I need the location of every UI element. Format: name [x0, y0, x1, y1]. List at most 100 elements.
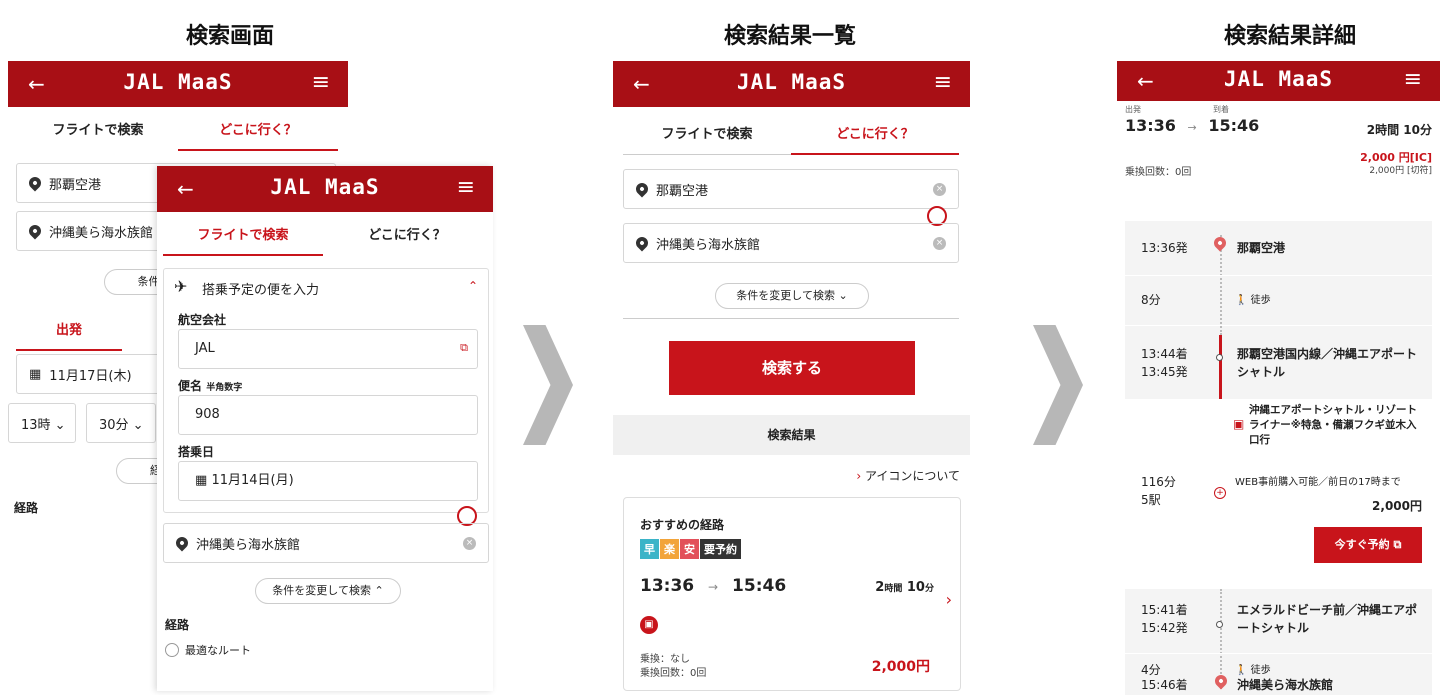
route-label: 経路	[165, 618, 190, 632]
chevron-right-icon: ›	[945, 590, 952, 609]
tag-easy: 楽	[660, 539, 679, 559]
menu-icon[interactable]: ≡	[934, 70, 952, 95]
app-header: ← JAL MaaS ≡	[157, 166, 493, 212]
airplane-icon: ✈	[174, 277, 188, 296]
tab-flight-search[interactable]: フライトで検索	[18, 111, 178, 151]
flight-number-field[interactable]: 908	[178, 395, 478, 435]
arrow-icon: →	[1187, 121, 1197, 134]
bus-name: 沖縄エアポートシャトル・リゾートライナー※特急・備瀬フクギ並木入口行	[1249, 404, 1417, 446]
menu-icon[interactable]: ≡	[312, 70, 330, 95]
calendar-icon: ▦	[29, 366, 42, 382]
destination-field[interactable]: 沖縄美ら海水族館 ×	[163, 523, 489, 563]
external-link-icon: ⧉	[460, 341, 468, 354]
minute-select[interactable]: 30分 ⌄	[86, 403, 156, 443]
route-tags: 早楽安要予約	[640, 538, 742, 559]
next-arrow-icon	[1033, 325, 1083, 445]
location-pin-icon	[633, 180, 651, 198]
airline-label: 航空会社	[178, 313, 227, 327]
price-ticket: 2,000円 [切符]	[1369, 166, 1432, 176]
ride-price: 2,000円	[1372, 499, 1422, 513]
tab-flight-search[interactable]: フライトで検索	[623, 115, 791, 155]
collapse-chevron-icon[interactable]: ⌃	[468, 279, 478, 293]
walk-duration: 8分	[1141, 293, 1161, 307]
tab-departure[interactable]: 出発	[16, 311, 122, 351]
stop-dot	[1216, 354, 1223, 361]
results-list-screen: ← JAL MaaS ≡ フライトで検索 どこに行く？ 那覇空港 × 沖縄美ら海…	[613, 61, 970, 691]
stop-name: エメラルドビーチ前／沖縄エアポートシャトル	[1237, 603, 1418, 635]
icon-about-text: アイコンについて	[864, 469, 960, 483]
flight-number-hint: 半角数字	[206, 383, 243, 393]
departure-time: 13:36	[640, 576, 695, 596]
caption-results-detail: 検索結果詳細	[1223, 24, 1356, 49]
icon-about-link[interactable]: › アイコンについて	[856, 467, 960, 484]
boarding-date-text: 11月14日(月)	[211, 473, 294, 488]
route-option-optimal[interactable]: 最適なルート	[165, 642, 251, 658]
location-pin-icon	[173, 534, 191, 552]
search-button[interactable]: 検索する	[669, 341, 915, 395]
search-screen-flight: ← JAL MaaS ≡ フライトで検索 どこに行く？ ✈ 搭乗予定の便を入力 …	[157, 166, 493, 691]
route-label: 経路	[14, 501, 39, 515]
radio-icon	[165, 643, 179, 657]
expand-stops-icon[interactable]: +	[1214, 487, 1226, 499]
divider	[1125, 325, 1432, 326]
next-arrow-icon	[523, 325, 573, 445]
tab-flight-search[interactable]: フライトで検索	[163, 216, 323, 256]
caption-search-screen: 検索画面	[185, 24, 274, 49]
duration-hours-unit: 時間	[884, 584, 903, 594]
clear-icon[interactable]: ×	[463, 537, 476, 550]
tag-cheap: 安	[680, 539, 699, 559]
duration-minutes: 10	[906, 580, 925, 595]
stop-time: 15:46着	[1141, 678, 1188, 692]
clear-icon[interactable]: ×	[933, 237, 946, 250]
divider	[1125, 275, 1432, 276]
duration-hours: 2	[875, 580, 885, 595]
ride-section: ▣ 沖縄エアポートシャトル・リゾートライナー※特急・備瀬フクギ並木入口行 116…	[1125, 399, 1432, 589]
stop-arrival-time: 15:41着	[1141, 603, 1188, 617]
origin-field[interactable]: 那覇空港 ×	[623, 169, 959, 209]
flight-input-section: ✈ 搭乗予定の便を入力 ⌃ 航空会社 JAL ⧉ 便名 半角数字 908 搭乗日…	[163, 268, 489, 513]
arrow-icon: →	[708, 580, 719, 594]
divider	[623, 318, 959, 319]
summary-duration: 2時間 10分	[1366, 123, 1432, 137]
tab-where-to-go[interactable]: どこに行く？	[327, 216, 487, 256]
divider	[1125, 653, 1432, 654]
transfer-text: 乗換：なし	[640, 654, 690, 665]
location-pin-icon	[26, 222, 44, 240]
stop-dot	[1216, 621, 1223, 628]
menu-icon[interactable]: ≡	[457, 175, 475, 200]
bus-icon: ▣	[1233, 417, 1245, 431]
clear-icon[interactable]: ×	[933, 183, 946, 196]
boarding-date-field[interactable]: ▦ 11月14日(月)	[178, 461, 478, 501]
change-conditions-button[interactable]: 条件を変更して検索 ⌃	[255, 578, 401, 604]
app-logo: JAL MaaS	[270, 175, 380, 199]
tab-where-to-go[interactable]: どこに行く？	[791, 115, 959, 155]
tab-where-to-go[interactable]: どこに行く？	[178, 111, 338, 151]
destination-text: 沖縄美ら海水族館	[49, 225, 154, 241]
ride-duration: 116分	[1141, 475, 1176, 489]
departure-label: 出発	[1125, 105, 1141, 114]
boarding-date-label: 搭乗日	[178, 445, 215, 459]
walk-info: 🚶 徒歩	[1235, 291, 1271, 306]
results-detail-screen: ← JAL MaaS ≡ 出発 到着 13:36 → 15:46 2時間 10分…	[1117, 61, 1440, 695]
arrival-time: 15:46	[1208, 116, 1260, 135]
app-logo: JAL MaaS	[736, 70, 847, 94]
hour-select[interactable]: 13時 ⌄	[8, 403, 76, 443]
route-card[interactable]: おすすめの経路 早楽安要予約 13:36 → 15:46 2時間 10分 › ▣…	[623, 497, 961, 691]
airline-field[interactable]: JAL	[178, 329, 478, 369]
arrival-time: 15:46	[732, 576, 787, 596]
walk-info: 🚶 徒歩	[1235, 661, 1271, 676]
duration-minutes-unit: 分	[924, 584, 934, 594]
walk-icon: 🚶	[1235, 295, 1248, 306]
timeline: 13:36発 那覇空港 8分 🚶 徒歩 13:44着 13:45発 那覇空港国内…	[1125, 221, 1432, 695]
flight-number-label: 便名 半角数字	[178, 377, 242, 394]
caption-results-list: 検索結果一覧	[723, 24, 856, 49]
menu-icon[interactable]: ≡	[1404, 67, 1422, 92]
book-now-button[interactable]: 今すぐ予約 ⧉	[1314, 527, 1422, 563]
tag-reservation: 要予約	[700, 539, 741, 559]
change-conditions-button[interactable]: 条件を変更して検索 ⌄	[715, 283, 869, 309]
location-pin-icon	[26, 174, 44, 192]
tag-fast: 早	[640, 539, 659, 559]
flight-number-label-text: 便名	[178, 379, 203, 393]
date-text: 11月17日(木)	[49, 368, 132, 384]
destination-field[interactable]: 沖縄美ら海水族館 ×	[623, 223, 959, 263]
